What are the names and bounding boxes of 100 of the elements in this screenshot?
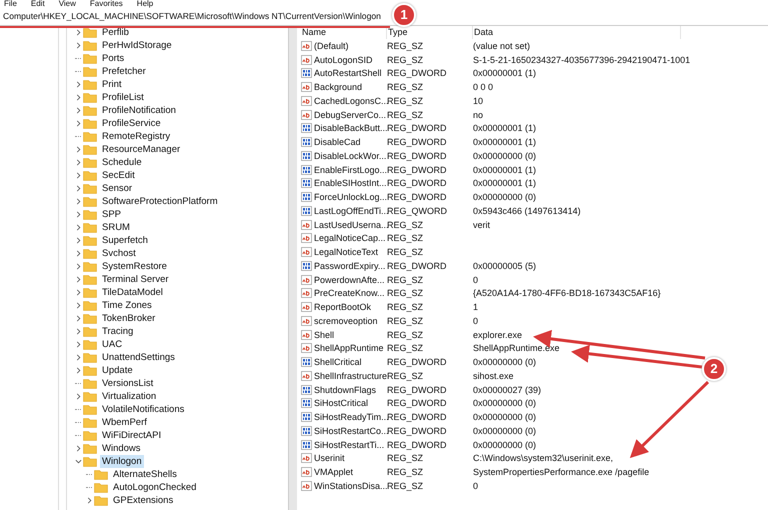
tree-item[interactable]: UAC: [100, 338, 124, 351]
menu-item[interactable]: Edit: [30, 0, 45, 8]
tree-item[interactable]: Print: [100, 78, 124, 91]
value-name[interactable]: ReportBootOk: [314, 302, 372, 312]
tree-item[interactable]: Ports: [100, 52, 126, 65]
tree-item[interactable]: Prefetcher: [100, 65, 148, 78]
value-name[interactable]: EnableFirstLogo...: [314, 164, 388, 175]
value-name[interactable]: DebugServerCo...: [314, 110, 386, 120]
menu-item[interactable]: View: [58, 0, 76, 8]
tree-item[interactable]: SRUM: [100, 221, 132, 234]
folder-icon: [83, 66, 97, 77]
value-data: 0: [473, 274, 480, 285]
value-data: C:\Windows\system32\userinit.exe,: [473, 453, 614, 464]
value-name[interactable]: SiHostRestartCo...: [314, 426, 389, 436]
tree-item[interactable]: Svchost: [100, 247, 138, 260]
tree-item[interactable]: Tracing: [100, 325, 136, 338]
value-name[interactable]: AutoRestartShell: [314, 68, 382, 78]
tree-item[interactable]: WbemPerf: [100, 416, 149, 429]
tree-item[interactable]: AlternateShells: [111, 468, 179, 481]
tree-item[interactable]: WiFiDirectAPI: [100, 429, 164, 442]
menu-item[interactable]: File: [4, 0, 17, 8]
value-data: 0x00000000 (0): [473, 192, 538, 202]
tree-item[interactable]: TokenBroker: [100, 312, 158, 325]
value-name[interactable]: ShellAppRuntime: [314, 343, 384, 354]
tree-item[interactable]: Perflib: [100, 26, 131, 39]
value-name[interactable]: PreCreateKnow...: [314, 288, 385, 298]
value-name[interactable]: SiHostReadyTim...: [314, 412, 389, 422]
tree-item[interactable]: Winlogon: [100, 455, 144, 468]
value-name[interactable]: LastUsedUserna...: [314, 220, 389, 230]
value-name[interactable]: DisableBackButt...: [314, 123, 388, 134]
tree-item[interactable]: Terminal Server: [100, 273, 171, 286]
value-name[interactable]: DisableCad: [314, 137, 361, 148]
tree-item[interactable]: SPP: [100, 208, 124, 221]
folder-icon: [94, 495, 108, 506]
value-name[interactable]: SiHostRestartTi...: [314, 440, 384, 450]
value-name[interactable]: Shell: [314, 330, 334, 340]
expand-chevron-icon[interactable]: [86, 497, 92, 504]
binary-value-icon: [301, 150, 312, 161]
tree-item[interactable]: SystemRestore: [100, 260, 169, 273]
value-name[interactable]: LegalNoticeText: [314, 247, 378, 258]
tree-item[interactable]: ResourceManager: [100, 143, 182, 156]
menu-item[interactable]: Favorites: [90, 0, 123, 8]
tree-item[interactable]: SoftwareProtectionPlatform: [100, 195, 220, 208]
tree-item[interactable]: VolatileNotifications: [100, 403, 186, 416]
tree-item[interactable]: PerHwIdStorage: [100, 39, 174, 52]
folder-icon: [83, 40, 97, 51]
tree-item[interactable]: Superfetch: [100, 234, 150, 247]
string-value-icon: [301, 480, 312, 491]
value-name[interactable]: WinStationsDisa...: [314, 480, 388, 491]
folder-icon: [83, 183, 97, 194]
value-name[interactable]: DisableLockWor...: [314, 150, 386, 161]
tree-item[interactable]: Windows: [100, 442, 143, 455]
tree-item[interactable]: Virtualization: [100, 390, 158, 403]
tree-item[interactable]: UnattendSettings: [100, 351, 177, 364]
expand-chevron-icon[interactable]: [74, 393, 82, 400]
menu-item[interactable]: Help: [136, 0, 154, 8]
folder-icon: [83, 196, 97, 207]
value-name[interactable]: LegalNoticeCap...: [314, 233, 386, 244]
value-name[interactable]: ShutdownFlags: [314, 384, 376, 395]
value-name[interactable]: ShellInfrastructure: [314, 370, 388, 381]
tree-item[interactable]: Sensor: [100, 182, 134, 195]
value-data: 0x00000000 (0): [473, 440, 538, 450]
tree-item[interactable]: AutoLogonChecked: [111, 481, 198, 494]
value-type: REG_DWORD: [387, 123, 448, 134]
value-data: 0x00000001 (1): [473, 123, 538, 134]
tree-item[interactable]: GPExtensions: [111, 494, 176, 507]
value-name[interactable]: PasswordExpiry...: [314, 260, 386, 271]
folder-icon: [83, 105, 97, 116]
value-name[interactable]: LastLogOffEndTi...: [314, 206, 389, 216]
tree-item[interactable]: ProfileService: [100, 117, 163, 130]
address-bar[interactable]: Computer\HKEY_LOCAL_MACHINE\SOFTWARE\Microsoft\Windows NT\CurrentVersion\Winlogon: [0, 8, 381, 25]
value-name[interactable]: AutoLogonSID: [314, 54, 373, 65]
value-name[interactable]: Userinit: [314, 453, 345, 464]
tree-item[interactable]: Time Zones: [100, 299, 154, 312]
value-name[interactable]: ShellCritical: [314, 357, 362, 368]
folder-icon: [83, 352, 97, 363]
value-name[interactable]: VMApplet: [314, 467, 354, 478]
value-name[interactable]: PowerdownAfte...: [314, 274, 385, 285]
string-value-icon: [301, 247, 312, 258]
tree-item[interactable]: ProfileList: [100, 91, 146, 104]
tree-item[interactable]: ProfileNotification: [100, 104, 178, 117]
value-name[interactable]: (Default): [314, 40, 349, 51]
value-name[interactable]: SiHostCritical: [314, 398, 368, 408]
tree-item[interactable]: Update: [100, 364, 135, 377]
value-name[interactable]: CachedLogonsC...: [314, 96, 389, 106]
value-data: (value not set): [473, 40, 532, 51]
tree-item[interactable]: RemoteRegistry: [100, 130, 172, 143]
value-name[interactable]: scremoveoption: [314, 316, 378, 326]
tree-item[interactable]: VersionsList: [100, 377, 156, 390]
binary-value-icon: [301, 398, 312, 408]
value-name[interactable]: EnableSIHostInt...: [314, 178, 387, 188]
tree-item[interactable]: SecEdit: [100, 169, 137, 182]
tree-item[interactable]: Schedule: [100, 156, 144, 169]
value-type: REG_SZ: [387, 233, 424, 244]
tree-item[interactable]: TileDataModel: [100, 286, 165, 299]
string-value-icon: [301, 467, 312, 478]
value-name[interactable]: Background: [314, 82, 362, 92]
value-name[interactable]: ForceUnlockLog...: [314, 192, 388, 202]
folder-icon: [83, 144, 97, 155]
column-header[interactable]: Data: [473, 26, 681, 39]
